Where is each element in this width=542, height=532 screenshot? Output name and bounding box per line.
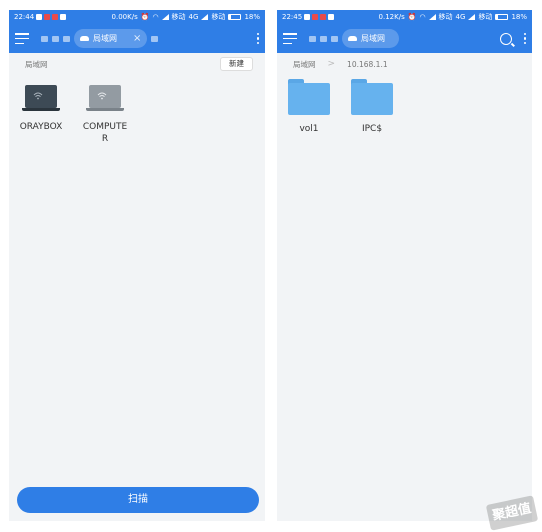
signal-icon — [428, 14, 436, 20]
notification-icon — [312, 14, 319, 20]
laptop-icon — [86, 85, 124, 113]
folder-ipc[interactable]: IPC$ — [342, 79, 402, 135]
app-bar: 局域网 — [277, 24, 532, 53]
breadcrumb: 局域网 > 10.168.1.1 — [277, 53, 532, 75]
window-icon[interactable] — [151, 35, 159, 42]
menu-icon[interactable] — [283, 33, 297, 44]
home-icon[interactable] — [309, 35, 316, 42]
network-speed: 0.12K/s — [378, 13, 405, 21]
tab-lan[interactable]: 局域网 — [342, 29, 399, 48]
tab-lan[interactable]: 局域网 × — [74, 29, 148, 48]
notification-icon — [44, 14, 51, 20]
folder-icon — [288, 79, 330, 115]
battery-icon — [495, 14, 509, 20]
status-time: 22:45 — [282, 13, 303, 21]
signal-icon — [468, 14, 476, 20]
notification-icon — [52, 14, 59, 20]
status-bar: 22:45 0.12K/s ⏰ ◠ 移动 4G 移动 18% — [277, 10, 532, 24]
wifi-icon: ◠ — [152, 13, 159, 21]
item-label: IPC$ — [361, 124, 383, 134]
more-options-icon[interactable] — [256, 32, 259, 45]
notification-icon — [328, 14, 335, 20]
wifi-icon: ◠ — [419, 13, 426, 21]
storage-icon[interactable] — [52, 35, 59, 42]
breadcrumb-item[interactable]: 局域网 — [25, 59, 48, 70]
storage-icon[interactable] — [320, 35, 327, 42]
close-tab-icon[interactable]: × — [133, 33, 141, 44]
tab-label: 局域网 — [361, 34, 385, 43]
cloud-icon[interactable] — [63, 35, 70, 42]
folder-vol1[interactable]: vol1 — [279, 79, 339, 135]
cloud-icon — [80, 36, 89, 41]
carrier-label: 移动 — [438, 13, 453, 21]
status-time: 22:44 — [14, 13, 35, 21]
home-icon[interactable] — [41, 35, 48, 42]
left-screen: 22:44 0.00K/s ⏰ ◠ 移动 4G 移动 18% 局域网 × 局域网… — [9, 10, 265, 521]
breadcrumb-item[interactable]: 10.168.1.1 — [347, 60, 388, 69]
mini-breadcrumb — [309, 35, 338, 42]
right-screen: 22:45 0.12K/s ⏰ ◠ 移动 4G 移动 18% 局域网 局域网 >… — [277, 10, 532, 521]
menu-icon[interactable] — [15, 33, 29, 44]
new-button[interactable]: 新建 — [220, 57, 253, 71]
item-label: vol1 — [299, 124, 319, 134]
carrier-label: 移动 — [478, 13, 493, 21]
folder-icon — [351, 79, 393, 115]
app-bar: 局域网 × — [9, 24, 265, 53]
search-icon[interactable] — [499, 32, 512, 45]
notification-icon — [320, 14, 327, 20]
status-bar: 22:44 0.00K/s ⏰ ◠ 移动 4G 移动 18% — [9, 10, 265, 24]
carrier-label: 移动 — [211, 13, 226, 21]
laptop-icon — [22, 85, 60, 113]
mini-breadcrumb — [41, 35, 70, 42]
device-oraybox[interactable]: ORAYBOX — [11, 85, 71, 133]
cloud-icon[interactable] — [331, 35, 338, 42]
battery-icon — [228, 14, 242, 20]
scan-button[interactable]: 扫描 — [17, 487, 259, 513]
network-type: 4G — [455, 13, 466, 21]
battery-level: 18% — [511, 13, 527, 21]
more-options-icon[interactable] — [523, 32, 526, 45]
alarm-icon: ⏰ — [407, 13, 417, 21]
notification-icon — [304, 14, 311, 20]
network-type: 4G — [188, 13, 199, 21]
breadcrumb-item[interactable]: 局域网 — [293, 59, 316, 70]
signal-icon — [201, 14, 209, 20]
item-label: COMPUTER — [82, 122, 128, 144]
carrier-label: 移动 — [171, 13, 186, 21]
cloud-icon — [348, 36, 357, 41]
breadcrumb: 局域网 新建 — [9, 53, 265, 75]
item-label: ORAYBOX — [19, 122, 63, 132]
chevron-right-icon: > — [327, 59, 336, 69]
tab-label: 局域网 — [93, 34, 117, 43]
network-speed: 0.00K/s — [111, 13, 138, 21]
battery-level: 18% — [244, 13, 260, 21]
signal-icon — [161, 14, 169, 20]
alarm-icon: ⏰ — [140, 13, 150, 21]
notification-icon — [36, 14, 43, 20]
device-computer[interactable]: COMPUTER — [75, 85, 135, 145]
notification-icon — [60, 14, 67, 20]
